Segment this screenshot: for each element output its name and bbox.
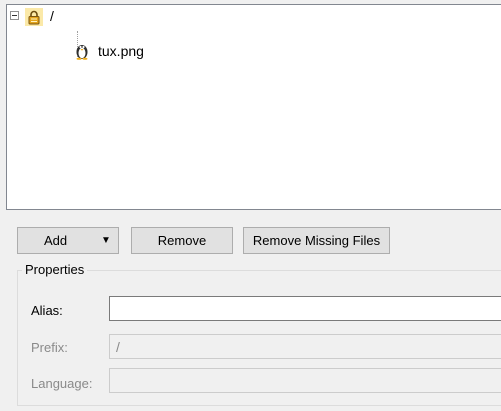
alias-field[interactable] (109, 296, 501, 321)
dropdown-arrow-icon[interactable]: ▼ (101, 228, 111, 253)
alias-label: Alias: (31, 303, 63, 318)
add-button[interactable]: Add ▼ (17, 227, 119, 254)
language-field (109, 368, 501, 393)
tree-item-label: tux.png (98, 43, 144, 59)
prefix-field (109, 334, 501, 359)
tree-item-root[interactable]: / (10, 8, 80, 26)
folder-lock-icon (25, 8, 45, 26)
resource-tree[interactable]: / tux.png (6, 4, 501, 210)
prefix-label: Prefix: (31, 340, 68, 355)
tree-item-file[interactable]: tux.png (75, 42, 165, 60)
remove-button[interactable]: Remove (131, 227, 233, 254)
collapse-toggle-icon[interactable] (10, 11, 19, 20)
penguin-file-icon (75, 42, 89, 60)
remove-missing-files-button[interactable]: Remove Missing Files (243, 227, 390, 254)
language-label: Language: (31, 376, 93, 391)
add-button-label: Add (44, 233, 68, 248)
tree-item-label: / (50, 8, 54, 24)
properties-group-title: Properties (22, 262, 88, 277)
